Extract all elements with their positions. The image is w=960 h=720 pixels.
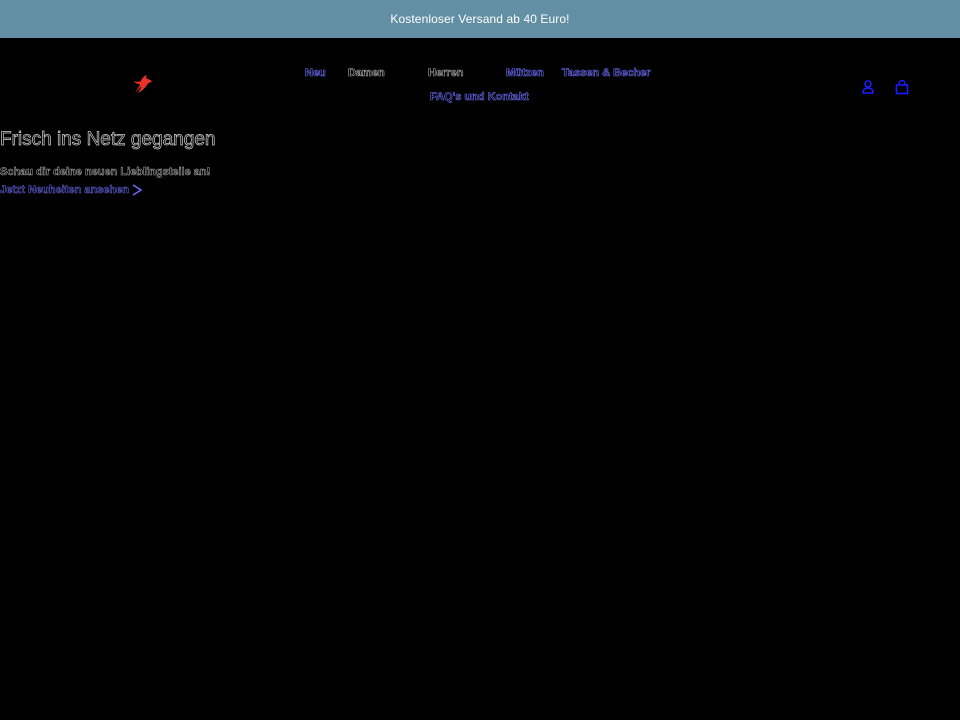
account-icon [862, 80, 874, 94]
cart-icon [895, 79, 909, 95]
hero-cta-link[interactable]: Jetzt Neuheiten ansehen [0, 184, 142, 196]
announcement-text: Kostenloser Versand ab 40 Euro! [390, 12, 570, 26]
bird-logo-icon [134, 75, 152, 93]
nav-item-tassen-becher[interactable]: Tassen & Becher [562, 67, 651, 80]
logo-link[interactable] [131, 72, 155, 96]
announcement-bar: Kostenloser Versand ab 40 Euro! [0, 0, 960, 38]
account-link[interactable] [860, 79, 876, 95]
hero-subtitle: Schau dir deine neuen Lieblingsteile an! [0, 166, 211, 179]
site-header: Neu Damen Herren Mützen Tassen & Becher … [0, 38, 960, 128]
hero-title: Frisch ins Netz gegangen [0, 129, 216, 151]
nav-item-faq-kontakt[interactable]: FAQ's und Kontakt [430, 91, 529, 104]
nav-item-neu[interactable]: Neu [305, 67, 326, 80]
hero-cta-label: Jetzt Neuheiten ansehen [0, 184, 129, 197]
nav-item-damen[interactable]: Damen [348, 67, 385, 80]
cart-link[interactable] [894, 79, 910, 95]
nav-item-herren[interactable]: Herren [428, 67, 464, 80]
nav-item-muetzen[interactable]: Mützen [506, 67, 544, 80]
arrow-right-icon [132, 184, 142, 196]
